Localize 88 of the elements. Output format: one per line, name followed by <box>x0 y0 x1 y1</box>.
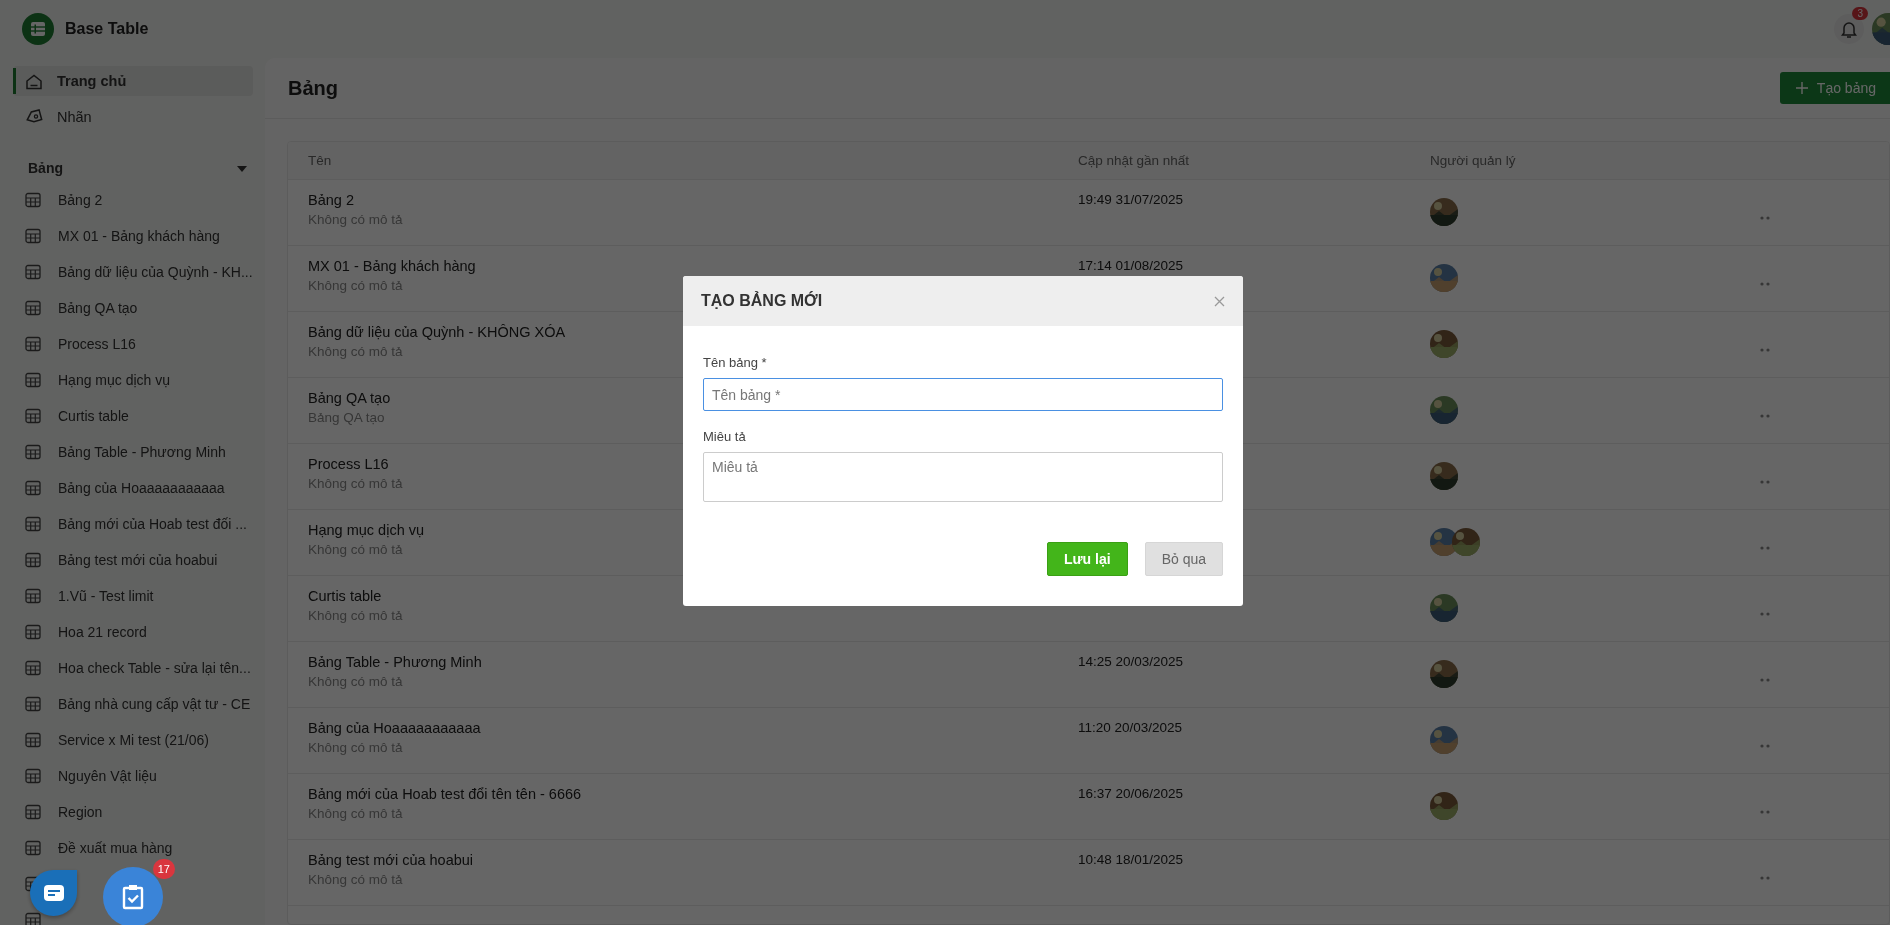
table-icon <box>25 732 41 748</box>
table-icon <box>25 696 41 712</box>
plus-icon <box>1795 82 1808 94</box>
table-name[interactable]: Bảng Table - Phương Minh <box>308 654 1078 670</box>
task-count-badge: 17 <box>152 859 175 879</box>
sidebar-item[interactable]: Hạng mục dịch vụ <box>0 362 262 398</box>
sidebar-item[interactable]: Curtis table <box>0 398 262 434</box>
table-icon <box>25 840 41 856</box>
table-icon <box>25 372 41 388</box>
more-icon[interactable] <box>1760 678 1770 682</box>
description-field[interactable]: Miêu tả <box>703 452 1223 502</box>
sidebar-item[interactable]: Bảng của Hoaaaaaaaaaaa <box>0 470 262 506</box>
field-label: Miêu tả <box>703 429 747 444</box>
sidebar-item[interactable]: Bảng mới của Hoab test đối ... <box>0 506 262 542</box>
more-icon[interactable] <box>1760 480 1770 484</box>
sidebar-item[interactable]: Bảng QA tạo <box>0 290 262 326</box>
notification-badge: 3 <box>1852 7 1868 20</box>
more-icon[interactable] <box>1760 546 1770 550</box>
page-title: Bảng <box>288 76 338 100</box>
table-icon <box>25 588 41 604</box>
sidebar-item[interactable]: Process L16 <box>0 326 262 362</box>
table-name[interactable]: Bảng test mới của hoabui <box>308 852 1078 868</box>
table-icon <box>25 264 41 280</box>
updated-time: 14:25 20/03/2025 <box>1078 654 1185 669</box>
sidebar-item[interactable]: Bảng test mới của hoabui <box>0 542 262 578</box>
sidebar-item[interactable]: Bảng 2 <box>0 182 262 218</box>
table-name[interactable]: Bảng của Hoaaaaaaaaaaa <box>308 720 1078 736</box>
table-icon <box>25 552 41 568</box>
sidebar-item[interactable]: MX 01 - Bảng khách hàng <box>0 218 262 254</box>
sidebar-item[interactable]: Bảng Table - Phương Minh <box>0 434 262 470</box>
home-icon <box>25 72 43 90</box>
updated-time: 11:20 20/03/2025 <box>1078 720 1184 735</box>
updated-time: 16:37 20/06/2025 <box>1078 786 1185 801</box>
table-icon <box>25 336 41 352</box>
updated-time: 17:14 01/08/2025 <box>1078 258 1185 273</box>
more-icon[interactable] <box>1760 414 1770 418</box>
updated-time: 19:49 31/07/2025 <box>1078 192 1185 207</box>
more-icon[interactable] <box>1760 876 1770 880</box>
logo-icon <box>22 13 54 45</box>
table-icon <box>25 912 41 925</box>
nav-item[interactable]: Nhãn <box>13 102 253 132</box>
more-icon[interactable] <box>1760 348 1770 352</box>
close-icon <box>1214 295 1225 307</box>
nav-item[interactable]: Trang chủ <box>13 66 253 96</box>
more-icon[interactable] <box>1760 810 1770 814</box>
section-title: Bảng <box>28 160 63 176</box>
table-icon <box>25 804 41 820</box>
sidebar-item[interactable]: Service x Mi test (21/06) <box>0 722 262 758</box>
column-header: Tên <box>308 153 333 168</box>
table-icon <box>25 444 41 460</box>
create-table-button[interactable]: Tạo bảng <box>1779 72 1890 104</box>
table-icon <box>25 228 41 244</box>
name-field[interactable]: Tên bảng * <box>703 378 1223 411</box>
table-icon <box>25 624 41 640</box>
clipboard-check-icon <box>122 884 144 910</box>
sidebar-item[interactable]: Bảng nhà cung cấp vật tư - CE <box>0 686 262 722</box>
cancel-button[interactable]: Bỏ qua <box>1144 542 1223 576</box>
sidebar-item[interactable]: Region <box>0 794 262 830</box>
table-icon <box>25 660 41 676</box>
sidebar-item[interactable]: 1.Vũ - Test limit <box>0 578 262 614</box>
more-icon[interactable] <box>1760 216 1770 220</box>
table-name[interactable]: Bảng mới của Hoab test đổi tên tên - 6666 <box>308 786 1078 802</box>
sidebar-item[interactable]: Hoa check Table - sửa lại tên... <box>0 650 262 686</box>
chat-button[interactable] <box>30 870 77 916</box>
more-icon[interactable] <box>1760 744 1770 748</box>
save-button[interactable]: Lưu lại <box>1046 542 1128 576</box>
sidebar-item[interactable]: Bảng dữ liệu của Quỳnh - KH... <box>0 254 262 290</box>
column-header: Cập nhật gần nhất <box>1078 153 1191 168</box>
updated-time: 10:48 18/01/2025 <box>1078 852 1185 867</box>
sidebar-item[interactable]: Hoa 21 record <box>0 614 262 650</box>
table-icon <box>25 516 41 532</box>
app-title: Base Table <box>65 20 149 38</box>
sidebar-item[interactable]: Nguyên Vật liệu <box>0 758 262 794</box>
table-icon <box>25 768 41 784</box>
caret-icon[interactable] <box>236 163 248 173</box>
table-name[interactable]: Bảng 2 <box>308 192 1078 208</box>
table-icon <box>25 300 41 316</box>
more-icon[interactable] <box>1760 282 1770 286</box>
chat-icon <box>42 884 65 902</box>
table-name[interactable]: MX 01 - Bảng khách hàng <box>308 258 1078 274</box>
field-label: Tên bảng * <box>703 355 768 370</box>
table-icon <box>25 192 41 208</box>
table-icon <box>25 480 41 496</box>
more-icon[interactable] <box>1760 612 1770 616</box>
bell-icon <box>1840 20 1858 38</box>
table-icon <box>25 408 41 424</box>
dialog-title: TẠO BẢNG MỚI <box>701 292 823 310</box>
column-header: Người quản lý <box>1430 153 1517 168</box>
